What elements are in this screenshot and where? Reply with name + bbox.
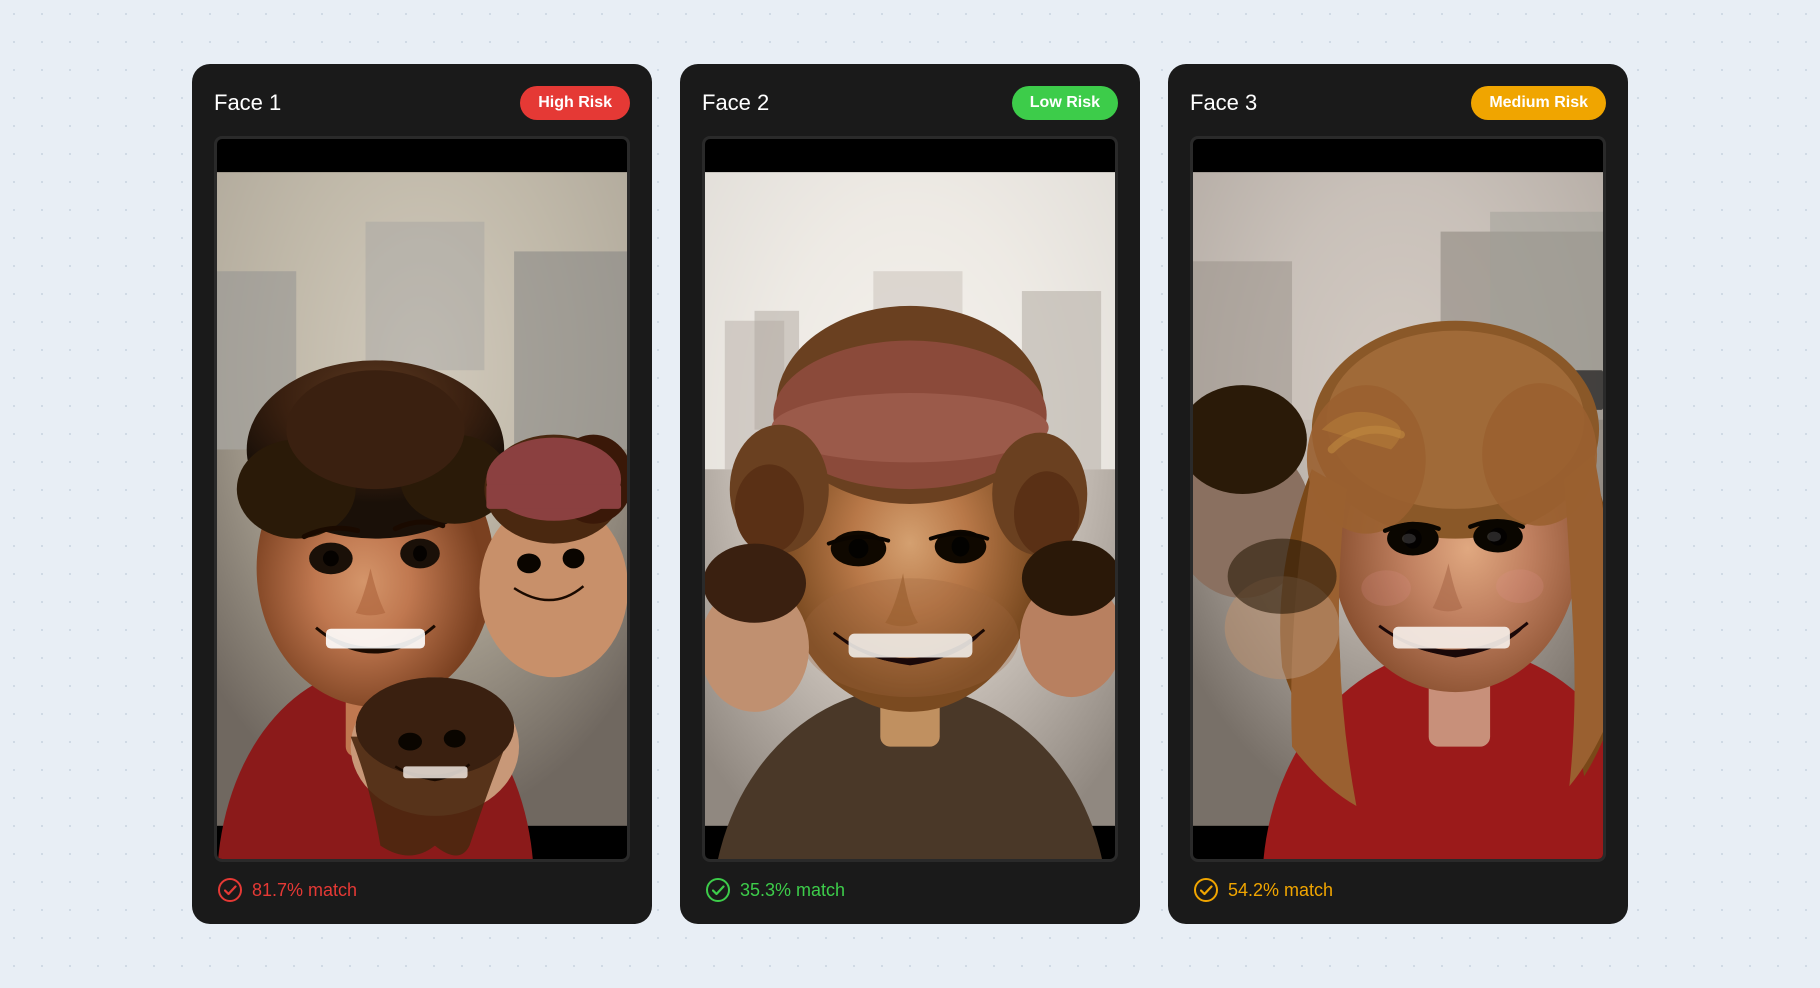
face-card-2: Face 2 Low Risk — [680, 64, 1140, 924]
face-image-container-2 — [702, 136, 1118, 862]
card-header-2: Face 2 Low Risk — [702, 86, 1118, 120]
match-text-2: 35.3% match — [740, 880, 845, 901]
face-card-1: Face 1 High Risk — [192, 64, 652, 924]
card-header-3: Face 3 Medium Risk — [1190, 86, 1606, 120]
card-footer-1: 81.7% match — [214, 878, 630, 902]
face-label-3: Face 3 — [1190, 90, 1257, 116]
risk-badge-2: Low Risk — [1012, 86, 1118, 120]
match-text-3: 54.2% match — [1228, 880, 1333, 901]
risk-badge-1: High Risk — [520, 86, 630, 120]
face-label-1: Face 1 — [214, 90, 281, 116]
match-icon-3 — [1194, 878, 1218, 902]
face-photo-1 — [217, 139, 627, 859]
face-image-container-1 — [214, 136, 630, 862]
face-image-container-3 — [1190, 136, 1606, 862]
face-photo-3 — [1193, 139, 1603, 859]
card-footer-2: 35.3% match — [702, 878, 1118, 902]
match-icon-1 — [218, 878, 242, 902]
match-icon-2 — [706, 878, 730, 902]
match-text-1: 81.7% match — [252, 880, 357, 901]
cards-container: Face 1 High Risk — [192, 64, 1628, 924]
face-photo-2 — [705, 139, 1115, 859]
risk-badge-3: Medium Risk — [1471, 86, 1606, 120]
face-card-3: Face 3 Medium Risk — [1168, 64, 1628, 924]
face-label-2: Face 2 — [702, 90, 769, 116]
card-footer-3: 54.2% match — [1190, 878, 1606, 902]
card-header-1: Face 1 High Risk — [214, 86, 630, 120]
